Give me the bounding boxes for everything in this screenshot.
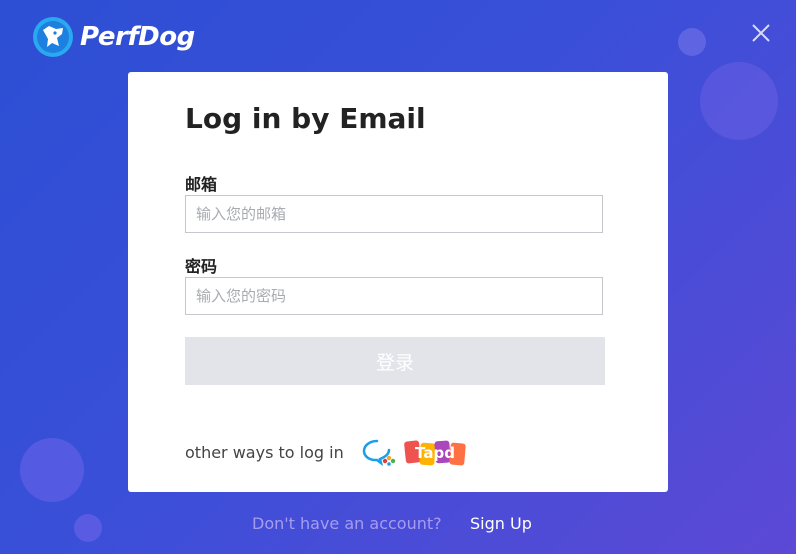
email-field[interactable] [185,195,603,233]
dog-head-logo-icon [33,17,73,57]
email-label: 邮箱 [185,175,218,194]
signup-prompt: Don't have an account? [252,514,442,533]
alt-login-label: other ways to log in [185,443,344,462]
brand-logo: PerfDog [32,16,195,58]
tapd-logo-text: Tapd [415,444,455,462]
password-label: 密码 [185,257,218,276]
password-field[interactable] [185,277,603,315]
login-button[interactable]: 登录 [185,337,605,385]
brand-name: PerfDog [80,22,195,52]
tapd-icon[interactable]: Tapd [404,438,466,466]
wechat-work-icon[interactable] [362,438,396,466]
close-icon[interactable] [746,18,776,48]
decor-bubble [74,514,102,542]
signup-link[interactable]: Sign Up [470,514,532,533]
decor-bubble [700,62,778,140]
decor-bubble [20,438,84,502]
page-title: Log in by Email [185,102,426,135]
login-card: Log in by Email 邮箱 密码 登录 other ways to l… [128,72,668,492]
decor-bubble [678,28,706,56]
